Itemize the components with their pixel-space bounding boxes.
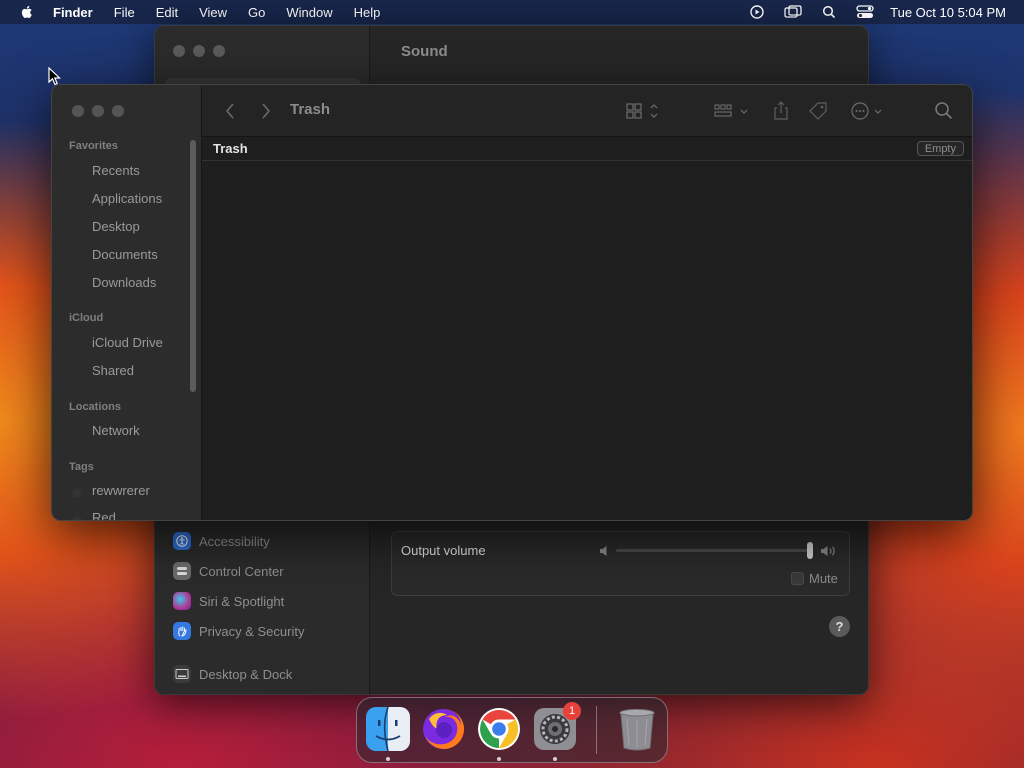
search-icon[interactable] [934,101,954,121]
sidebar-item-documents[interactable]: Documents [92,247,158,262]
control-center-icon[interactable] [856,5,874,19]
output-volume-slider[interactable] [616,549,812,552]
notification-badge: 1 [563,702,581,720]
group-icon[interactable] [714,101,752,121]
sidebar-scrollbar[interactable] [190,140,196,392]
minimize-button[interactable] [92,105,104,117]
volume-low-icon [599,544,609,556]
finder-content-area[interactable]: Trash Empty [202,137,972,520]
sidebar-item-label: Control Center [199,563,284,579]
sidebar-item-downloads[interactable]: Downloads [92,275,156,290]
sidebar-item-control-center[interactable]: Control Center [155,556,370,586]
sidebar-item-recents[interactable]: Recents [92,163,140,178]
menu-edit[interactable]: Edit [156,5,178,20]
settings-window-title: Sound [401,43,448,60]
sidebar-item-label: Accessibility [199,533,270,549]
screen-recording-icon[interactable] [748,5,766,19]
screen-mirroring-icon[interactable] [784,5,802,19]
output-volume-knob[interactable] [807,542,813,559]
control-center-icon [173,562,191,580]
system-settings-running-indicator [553,757,557,761]
sidebar-section-tags: Tags [69,461,94,473]
trash-header-bar: Trash Empty [202,137,972,161]
finder-sidebar: Favorites Recents Applications Desktop D… [52,85,202,520]
sidebar-item-siri-spotlight[interactable]: Siri & Spotlight [155,586,370,616]
menu-bar: Finder File Edit View Go Window Help Tue… [0,0,1024,24]
output-volume-panel: Output volume Mute [391,531,850,596]
dock: 1 [356,697,668,763]
spotlight-search-icon[interactable] [820,5,838,19]
trash-icon[interactable] [613,705,661,753]
share-icon[interactable] [772,101,790,121]
tag-color-icon [72,488,82,498]
sidebar-item-applications[interactable]: Applications [92,191,162,206]
sidebar-section-locations: Locations [69,401,121,413]
menu-window[interactable]: Window [286,5,332,20]
sidebar-item-label: Desktop & Dock [199,666,293,682]
siri-icon [173,592,191,610]
sidebar-item-label: Siri & Spotlight [199,593,285,609]
menu-view[interactable]: View [199,5,227,20]
content-header-title: Trash [213,141,248,156]
mouse-pointer-icon [48,66,62,87]
tag-color-icon [72,516,82,520]
sidebar-item-privacy-security[interactable]: Privacy & Security [155,616,370,646]
forward-icon[interactable] [260,101,272,121]
close-button[interactable] [173,45,185,57]
zoom-button[interactable] [213,45,225,57]
hand-icon [173,622,191,640]
menu-bar-clock[interactable]: Tue Oct 10 5:04 PM [890,5,1006,20]
output-volume-label: Output volume [401,543,486,558]
sidebar-item-desktop[interactable]: Desktop [92,219,140,234]
sidebar-item-tag-red[interactable]: Red [92,510,116,520]
settings-window-controls [173,45,225,57]
status-area: Tue Oct 10 5:04 PM [730,0,1006,24]
sidebar-item-label: Privacy & Security [199,623,305,639]
mute-label: Mute [809,571,838,586]
sidebar-item-tag-rewwrerer[interactable]: rewwrerer [92,483,150,498]
finder-window-controls [72,105,124,117]
apple-menu-icon[interactable] [19,4,35,20]
menu-finder[interactable]: Finder [53,5,93,20]
back-icon[interactable] [224,101,236,121]
sidebar-item-desktop-dock[interactable]: Desktop & Dock [155,659,370,689]
chrome-running-indicator [497,757,501,761]
finder-running-indicator [386,757,390,761]
finder-window-title: Trash [290,101,331,118]
more-actions-icon[interactable] [850,101,886,121]
icon-view-icon[interactable] [626,101,662,121]
desktop-dock-icon [173,665,191,683]
minimize-button[interactable] [193,45,205,57]
accessibility-icon [173,532,191,550]
menu-help[interactable]: Help [354,5,381,20]
sidebar-section-favorites: Favorites [69,140,118,152]
sidebar-section-icloud: iCloud [69,312,104,324]
settings-sidebar-list: Accessibility Control Center Siri & Spot… [155,526,370,689]
sidebar-item-shared[interactable]: Shared [92,363,134,378]
close-button[interactable] [72,105,84,117]
firefox-icon[interactable] [419,705,467,753]
empty-trash-button[interactable]: Empty [916,141,964,156]
finder-toolbar: Trash [202,85,972,137]
menu-go[interactable]: Go [248,5,265,20]
dock-separator [596,706,597,754]
zoom-button[interactable] [112,105,124,117]
chrome-icon[interactable] [475,705,523,753]
sidebar-item-accessibility[interactable]: Accessibility [155,526,370,556]
sidebar-item-icloud-drive[interactable]: iCloud Drive [92,335,163,350]
volume-high-icon [820,544,838,556]
help-button[interactable]: ? [829,616,850,637]
menu-file[interactable]: File [114,5,135,20]
finder-icon[interactable] [364,705,412,753]
tag-icon[interactable] [808,101,828,121]
finder-window: Favorites Recents Applications Desktop D… [51,84,973,521]
sidebar-item-network[interactable]: Network [92,423,140,438]
mute-checkbox[interactable] [791,572,804,585]
